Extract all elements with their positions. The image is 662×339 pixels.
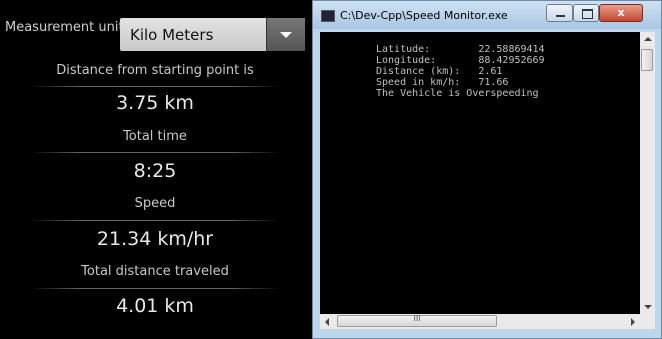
console-line: The Vehicle is Overspeeding — [376, 88, 539, 99]
console-line: Speed in km/h: 71.66 — [376, 77, 509, 88]
minimize-button[interactable] — [546, 4, 573, 22]
vertical-scrollbar[interactable] — [640, 32, 655, 314]
measurement-unit-label: Measurement unit — [5, 20, 124, 35]
window-title: C:\Dev-Cpp\Speed Monitor.exe — [340, 9, 508, 22]
console-output-text: Latitude: 22.58869414 Longitude: 88.4295… — [376, 44, 545, 99]
console-line: Distance (km): 2.61 — [376, 66, 503, 77]
measurement-unit-dropdown[interactable]: Kilo Meters — [120, 18, 305, 51]
window-titlebar[interactable]: C:\Dev-Cpp\Speed Monitor.exe x — [313, 1, 661, 29]
scroll-grip-icon: III — [413, 314, 421, 323]
console-line: Latitude: 22.58869414 — [376, 44, 545, 55]
distance-from-start-label: Distance from starting point is — [56, 63, 254, 78]
divider — [30, 288, 280, 289]
measurement-unit-value: Kilo Meters — [130, 26, 214, 44]
measurement-unit-row: Measurement unit Kilo Meters — [0, 8, 310, 51]
total-distance-label: Total distance traveled — [81, 264, 229, 279]
maximize-icon — [582, 9, 593, 19]
total-time-label: Total time — [123, 129, 187, 144]
vertical-scroll-thumb[interactable] — [641, 49, 653, 71]
total-time-value: 8:25 — [133, 160, 177, 182]
scroll-down-arrow-icon[interactable] — [644, 305, 652, 309]
close-icon: x — [617, 6, 625, 19]
console-window: C:\Dev-Cpp\Speed Monitor.exe x Latitude:… — [312, 0, 662, 339]
distance-from-start-value: 3.75 km — [116, 92, 194, 114]
minimize-icon — [556, 15, 565, 17]
scroll-up-arrow-icon[interactable] — [644, 37, 652, 41]
divider — [30, 220, 280, 221]
console-line: Longitude: 88.42952669 — [376, 55, 545, 66]
scroll-right-arrow-icon[interactable] — [631, 318, 635, 326]
scroll-left-arrow-icon[interactable] — [325, 318, 329, 326]
divider — [30, 86, 280, 87]
android-app-panel: Measurement unit Kilo Meters Distance fr… — [0, 0, 310, 339]
horizontal-scrollbar[interactable]: III — [320, 314, 640, 329]
console-app-icon[interactable] — [321, 10, 335, 22]
speed-label: Speed — [134, 196, 176, 211]
maximize-button[interactable] — [573, 4, 599, 22]
horizontal-scroll-thumb[interactable]: III — [337, 314, 497, 327]
scrollbar-corner — [640, 314, 655, 329]
close-button[interactable]: x — [599, 4, 643, 22]
total-distance-value: 4.01 km — [116, 295, 194, 317]
dropdown-arrow-icon[interactable] — [266, 18, 305, 51]
divider — [30, 152, 280, 153]
console-output-area[interactable]: Latitude: 22.58869414 Longitude: 88.4295… — [320, 32, 640, 314]
speed-value: 21.34 km/hr — [96, 228, 214, 250]
